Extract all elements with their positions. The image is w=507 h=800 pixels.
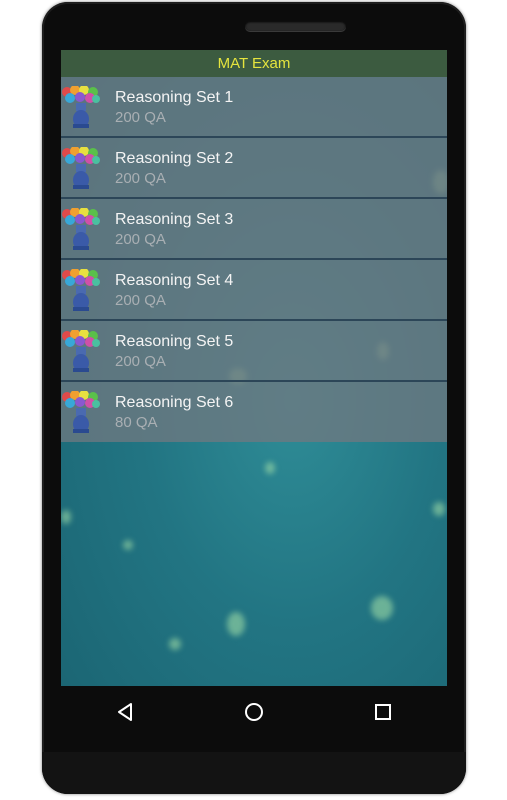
list-item-subtitle: 200 QA (115, 170, 166, 187)
back-button[interactable] (105, 692, 145, 732)
recents-button[interactable] (363, 692, 403, 732)
list-item-subtitle: 200 QA (115, 231, 166, 248)
rainbow-tree-head-icon (62, 208, 100, 250)
app-screen: MAT Exam Reasoning Set 1 200 QA Reasonin… (61, 50, 447, 686)
list-item[interactable]: Reasoning Set 4 200 QA (61, 260, 447, 321)
list-item-subtitle: 200 QA (115, 353, 166, 370)
list-item[interactable]: Reasoning Set 3 200 QA (61, 199, 447, 260)
bokeh-light (169, 638, 181, 650)
bokeh-light (123, 540, 133, 550)
list-item-title: Reasoning Set 4 (115, 272, 234, 289)
list-item-title: Reasoning Set 2 (115, 150, 234, 167)
list-item[interactable]: Reasoning Set 1 200 QA (61, 77, 447, 138)
list-item-title: Reasoning Set 6 (115, 394, 234, 411)
home-button[interactable] (234, 692, 274, 732)
rainbow-tree-head-icon (62, 147, 100, 189)
bokeh-light (227, 612, 245, 636)
rainbow-tree-head-icon (62, 391, 100, 433)
list-item-subtitle: 80 QA (115, 414, 158, 431)
back-icon (118, 703, 133, 721)
app-bar: MAT Exam (61, 50, 447, 77)
bokeh-light (371, 596, 393, 620)
speaker-grille (245, 21, 346, 31)
recents-icon (374, 704, 391, 720)
app-title: MAT Exam (217, 55, 291, 72)
list-item-subtitle: 200 QA (115, 109, 166, 126)
list-item-title: Reasoning Set 5 (115, 333, 234, 350)
list-item[interactable]: Reasoning Set 2 200 QA (61, 138, 447, 199)
list-item-title: Reasoning Set 3 (115, 211, 234, 228)
home-icon (244, 703, 263, 721)
list-item[interactable]: Reasoning Set 5 200 QA (61, 321, 447, 382)
list-item[interactable]: Reasoning Set 6 80 QA (61, 382, 447, 442)
rainbow-tree-head-icon (62, 269, 100, 311)
bokeh-light (61, 510, 71, 524)
rainbow-tree-head-icon (62, 86, 100, 128)
bokeh-light (433, 502, 445, 516)
bokeh-light (265, 462, 275, 474)
phone-chin (42, 752, 466, 794)
list-item-subtitle: 200 QA (115, 292, 166, 309)
rainbow-tree-head-icon (62, 330, 100, 372)
reasoning-set-list: Reasoning Set 1 200 QA Reasoning Set 2 2… (61, 77, 447, 442)
list-item-title: Reasoning Set 1 (115, 89, 234, 106)
android-nav-bar (61, 686, 447, 738)
